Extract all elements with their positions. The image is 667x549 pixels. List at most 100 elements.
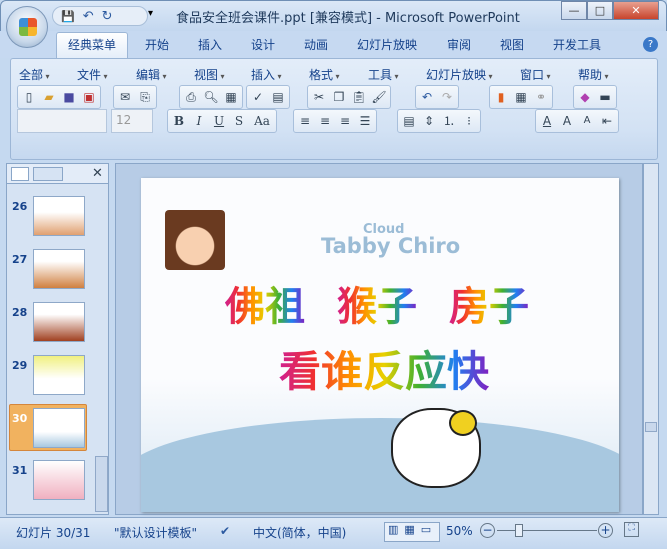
research-icon[interactable]: ▤ — [270, 89, 286, 105]
design-template[interactable]: "默认设计模板" — [114, 524, 197, 541]
slide-thumbnail-27[interactable] — [33, 249, 85, 289]
text-box-icon[interactable]: ▤ — [401, 113, 417, 129]
align-right-icon[interactable]: ≡ — [337, 113, 353, 129]
fit-to-window-icon[interactable]: ⛶ — [624, 522, 639, 537]
color-scheme-icon[interactable]: ◆ — [577, 89, 593, 105]
word-3: 房子 — [449, 274, 529, 332]
font-size-dropdown[interactable]: 12 — [111, 109, 153, 133]
change-case-button[interactable]: Aa — [251, 113, 273, 129]
shadow-button[interactable]: S — [231, 113, 247, 129]
save-icon[interactable]: 💾 — [61, 10, 75, 23]
scrollbar-thumb[interactable] — [645, 422, 657, 432]
redo-icon[interactable]: ↷ — [439, 89, 455, 105]
menu-format[interactable]: 格式 — [309, 66, 340, 83]
zoom-slider-thumb[interactable] — [515, 524, 524, 537]
shrink-font-icon[interactable]: A — [579, 113, 595, 129]
decrease-indent-icon[interactable]: ⇤ — [599, 113, 615, 129]
zoom-level[interactable]: 50% — [446, 524, 473, 538]
close-button[interactable]: ✕ — [613, 1, 659, 20]
menu-insert[interactable]: 插入 — [251, 66, 282, 83]
zoom-out-button[interactable]: − — [480, 523, 495, 538]
underline-button[interactable]: U — [211, 113, 227, 129]
hyperlink-icon[interactable]: ⚭ — [533, 89, 549, 105]
spelling-icon[interactable]: ✓ — [250, 89, 266, 105]
line-spacing-icon[interactable]: ⇕ — [421, 113, 437, 129]
menu-tools[interactable]: 工具 — [368, 66, 399, 83]
slide-thumbnail-28[interactable] — [33, 302, 85, 342]
format-painter-icon[interactable]: 🖌︎ — [371, 89, 387, 105]
slide-number: 31 — [12, 464, 28, 477]
tab-developer[interactable]: 开发工具 — [553, 36, 601, 53]
menu-view[interactable]: 视图 — [194, 66, 225, 83]
print-icon[interactable]: ⎙ — [183, 89, 199, 105]
open-icon[interactable]: ▰ — [41, 89, 57, 105]
table-icon[interactable]: ▦ — [223, 89, 239, 105]
tab-insert[interactable]: 插入 — [198, 36, 222, 53]
attach-icon[interactable]: ⎘ — [137, 89, 153, 105]
slide-scrollbar[interactable] — [643, 163, 659, 515]
grow-font-icon[interactable]: A — [559, 113, 575, 129]
slide-heading: 看谁反应快 — [279, 338, 489, 399]
tab-design[interactable]: 设计 — [251, 36, 275, 53]
tab-home[interactable]: 开始 — [145, 36, 169, 53]
chart-icon[interactable]: ▮ — [493, 89, 509, 105]
numbering-icon[interactable]: ⒈ — [441, 113, 457, 129]
new-icon[interactable]: ▯ — [21, 89, 37, 105]
undo-icon[interactable]: ↶ — [83, 9, 94, 24]
spellcheck-icon[interactable]: ✔ — [220, 524, 230, 538]
tab-animation[interactable]: 动画 — [304, 36, 328, 53]
slide[interactable]: Cloud Tabby Chiro 佛祖 猴子 房子 看谁反应快 — [141, 178, 619, 512]
save-icon[interactable]: ■ — [61, 89, 77, 105]
tab-view[interactable]: 视图 — [500, 36, 524, 53]
slides-tab-icon[interactable] — [11, 167, 29, 181]
menu-all[interactable]: 全部 — [19, 66, 50, 83]
panel-scrollbar-thumb[interactable] — [95, 456, 108, 512]
quick-access-toolbar: 💾 ↶ ↻ — [52, 6, 148, 26]
ribbon: 全部 文件 编辑 视图 插入 格式 工具 幻灯片放映 窗口 帮助 ▯▰■▣ ✉⎘… — [10, 58, 658, 160]
copy-icon[interactable]: ❐ — [331, 89, 347, 105]
customize-qat-icon[interactable]: ▾ — [148, 8, 153, 19]
insert-toolbar: ▮ ▦ ⚭ — [489, 85, 553, 109]
paste-icon[interactable]: 📋︎ — [351, 89, 367, 105]
preview-icon[interactable]: 🔍︎ — [203, 89, 219, 105]
menu-edit[interactable]: 编辑 — [136, 66, 167, 83]
undo-icon[interactable]: ↶ — [419, 89, 435, 105]
bold-button[interactable]: B — [171, 113, 187, 129]
outline-tab-icon[interactable] — [33, 167, 63, 181]
font-color-icon[interactable]: A — [539, 113, 555, 129]
print-toolbar: ⎙ 🔍︎ ▦ — [179, 85, 243, 109]
slide-thumbnail-29[interactable] — [33, 355, 85, 395]
minimize-button[interactable]: — — [561, 1, 587, 20]
slide-thumbnail-31[interactable] — [33, 460, 85, 500]
word-1: 佛祖 — [225, 274, 305, 332]
permission-icon[interactable]: ▣ — [81, 89, 97, 105]
insert-table-icon[interactable]: ▦ — [513, 89, 529, 105]
slide-thumbnail-30[interactable] — [33, 408, 85, 448]
menu-slideshow[interactable]: 幻灯片放映 — [426, 66, 493, 83]
bullets-icon[interactable]: ⁝ — [461, 113, 477, 129]
language[interactable]: 中文(简体，中国) — [253, 524, 346, 541]
align-left-icon[interactable]: ≡ — [297, 113, 313, 129]
help-icon[interactable]: ? — [643, 37, 658, 52]
menu-file[interactable]: 文件 — [77, 66, 108, 83]
menu-help[interactable]: 帮助 — [578, 66, 609, 83]
grayscale-icon[interactable]: ▬ — [597, 89, 613, 105]
slide-thumbnail-26[interactable] — [33, 196, 85, 236]
tab-slideshow[interactable]: 幻灯片放映 — [357, 36, 417, 53]
zoom-slider-track[interactable] — [497, 530, 597, 531]
italic-button[interactable]: I — [191, 113, 207, 129]
font-name-dropdown[interactable] — [17, 109, 107, 133]
close-panel-icon[interactable]: ✕ — [92, 166, 103, 181]
cut-icon[interactable]: ✂ — [311, 89, 327, 105]
justify-icon[interactable]: ☰ — [357, 113, 373, 129]
align-center-icon[interactable]: ≡ — [317, 113, 333, 129]
tab-review[interactable]: 审阅 — [447, 36, 471, 53]
tab-classic-menu[interactable]: 经典菜单 — [68, 36, 116, 53]
view-buttons[interactable]: ▥▦▭ — [384, 522, 440, 542]
redo-icon[interactable]: ↻ — [102, 9, 113, 24]
menu-window[interactable]: 窗口 — [520, 66, 551, 83]
maximize-button[interactable]: □ — [587, 1, 613, 20]
zoom-in-button[interactable]: + — [598, 523, 613, 538]
office-button[interactable] — [6, 6, 48, 48]
email-icon[interactable]: ✉ — [117, 89, 133, 105]
